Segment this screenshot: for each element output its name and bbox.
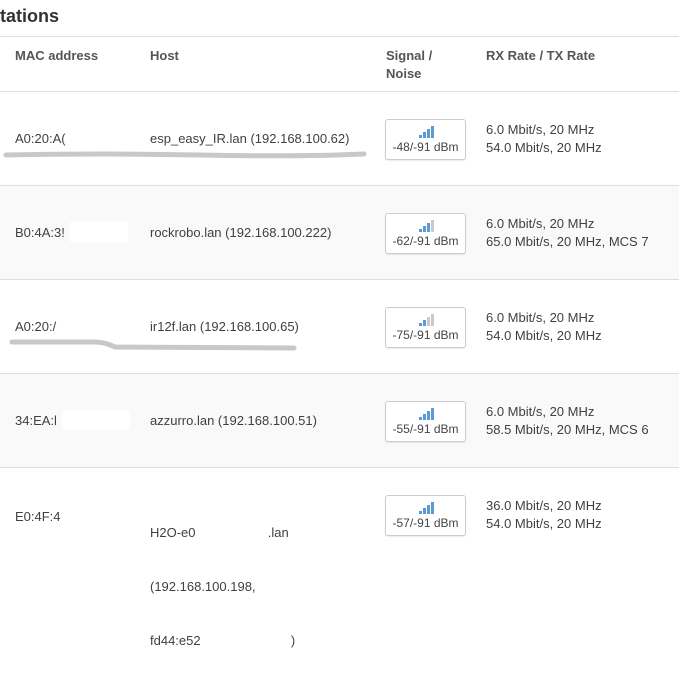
table-row: A0:20:/ ir12f.lan (192.168.100.65) -75/-… — [0, 280, 679, 374]
table-row: A0:20:A( esp_easy_IR.lan (192.168.100.62… — [0, 92, 679, 186]
table-header: MAC address Host Signal / Noise RX Rate … — [0, 36, 679, 92]
signal-noise-value: -75/-91 dBm — [392, 328, 459, 342]
mac-address: E0:4F:4 — [15, 509, 61, 524]
signal-badge[interactable]: -48/-91 dBm — [385, 119, 466, 160]
signal-badge[interactable]: -75/-91 dBm — [385, 307, 466, 348]
mac-address: A0:20:/ — [15, 319, 57, 334]
host-name: azzurro.lan (192.168.100.51) — [150, 413, 317, 428]
host-name: ir12f.lan (192.168.100.65) — [150, 319, 299, 334]
header-signal-line2: Noise — [386, 66, 422, 81]
tx-rate: 54.0 Mbit/s, 20 MHz — [486, 328, 602, 343]
host-name: esp_easy_IR.lan (192.168.100.62) — [150, 131, 350, 146]
tx-rate: 65.0 Mbit/s, 20 MHz, MCS 7 — [486, 234, 649, 249]
host-line: H2O-e0 .lan — [150, 525, 289, 540]
rx-tx-rate: 6.0 Mbit/s, 20 MHz 58.5 Mbit/s, 20 MHz, … — [486, 403, 649, 439]
table-row: 34:EA:l azzurro.lan (192.168.100.51) -55… — [0, 374, 679, 468]
tx-rate: 58.5 Mbit/s, 20 MHz, MCS 6 — [486, 422, 649, 437]
host-line: (192.168.100.198, — [150, 579, 256, 594]
signal-strength-icon — [419, 220, 434, 232]
redaction-scribble — [9, 339, 297, 351]
header-signal: Signal / Noise — [386, 47, 432, 83]
rx-rate: 6.0 Mbit/s, 20 MHz — [486, 404, 595, 419]
redaction-box — [62, 410, 130, 430]
signal-strength-icon — [419, 408, 434, 420]
table-row: B0:4A:3! rockrobo.lan (192.168.100.222) … — [0, 186, 679, 280]
signal-badge[interactable]: -57/-91 dBm — [385, 495, 466, 536]
header-rate: RX Rate / TX Rate — [486, 48, 596, 63]
mac-address: A0:20:A( — [15, 131, 66, 146]
stations-table: MAC address Host Signal / Noise RX Rate … — [0, 36, 679, 648]
mac-address: B0:4A:3! — [15, 225, 65, 240]
signal-noise-value: -62/-91 dBm — [392, 234, 459, 248]
signal-strength-icon — [419, 314, 434, 326]
header-host: Host — [150, 48, 179, 63]
rx-rate: 6.0 Mbit/s, 20 MHz — [486, 310, 595, 325]
signal-badge[interactable]: -55/-91 dBm — [385, 401, 466, 442]
rx-tx-rate: 6.0 Mbit/s, 20 MHz 54.0 Mbit/s, 20 MHz — [486, 309, 602, 345]
signal-badge[interactable]: -62/-91 dBm — [385, 213, 466, 254]
header-mac: MAC address — [15, 48, 99, 63]
signal-noise-value: -57/-91 dBm — [392, 516, 459, 530]
host-line: fd44:e52 ) — [150, 633, 296, 648]
tx-rate: 54.0 Mbit/s, 20 MHz — [486, 140, 602, 155]
rx-rate: 6.0 Mbit/s, 20 MHz — [486, 122, 595, 137]
signal-noise-value: -48/-91 dBm — [392, 140, 459, 154]
signal-noise-value: -55/-91 dBm — [392, 422, 459, 436]
host-name: H2O-e0 .lan (192.168.100.198, fd44:e52 ) — [150, 488, 295, 686]
section-title: tations — [0, 6, 60, 26]
rx-rate: 36.0 Mbit/s, 20 MHz — [486, 498, 602, 513]
host-name: rockrobo.lan (192.168.100.222) — [150, 225, 332, 240]
mac-address: 34:EA:l — [15, 413, 57, 428]
redaction-box — [70, 222, 128, 242]
rx-rate: 6.0 Mbit/s, 20 MHz — [486, 216, 595, 231]
rx-tx-rate: 6.0 Mbit/s, 20 MHz 65.0 Mbit/s, 20 MHz, … — [486, 215, 649, 251]
redaction-scribble — [3, 151, 367, 159]
tx-rate: 54.0 Mbit/s, 20 MHz — [486, 516, 602, 531]
rx-tx-rate: 36.0 Mbit/s, 20 MHz 54.0 Mbit/s, 20 MHz — [486, 497, 602, 533]
table-row: E0:4F:4 H2O-e0 .lan (192.168.100.198, fd… — [0, 468, 679, 648]
signal-strength-icon — [419, 126, 434, 138]
signal-strength-icon — [419, 502, 434, 514]
rx-tx-rate: 6.0 Mbit/s, 20 MHz 54.0 Mbit/s, 20 MHz — [486, 121, 602, 157]
header-signal-line1: Signal / — [386, 48, 433, 63]
